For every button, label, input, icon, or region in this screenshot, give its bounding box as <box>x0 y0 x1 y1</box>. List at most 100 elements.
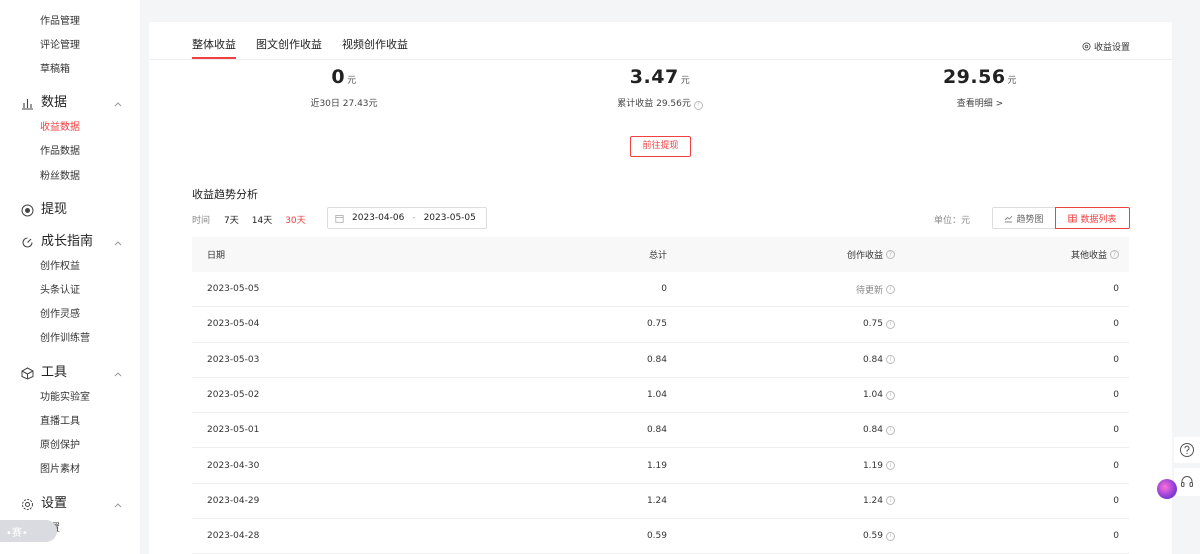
table-row: 2023-04-30 1.19 1.19 i 0 <box>192 448 1129 484</box>
date-separator: - <box>412 213 416 223</box>
settings-icon <box>1082 42 1091 51</box>
info-icon[interactable]: i <box>886 355 895 365</box>
info-icon[interactable]: i <box>886 390 895 400</box>
help-button[interactable] <box>1174 437 1200 463</box>
info-icon[interactable]: i <box>886 284 895 294</box>
cell-other: 0 <box>1113 495 1119 506</box>
cell-creation: 0.84 i <box>667 425 895 435</box>
sidebar-section-label: 数据 <box>41 95 68 110</box>
sidebar-item-image-assets[interactable]: 图片素材 <box>40 462 80 478</box>
filter-option-7d[interactable]: 7天 <box>224 213 239 226</box>
customer-service-button[interactable] <box>1174 468 1200 496</box>
cell-creation-value: 1.19 <box>862 460 883 471</box>
sidebar-section-settings[interactable]: 设置 <box>20 494 67 514</box>
stat-unit: 元 <box>1007 76 1018 86</box>
info-icon[interactable]: i <box>886 496 895 506</box>
table-header: 日期 总计 创作收益? 其他收益? <box>192 237 1129 272</box>
gear-icon <box>20 497 34 511</box>
column-header-total: 总计 <box>648 251 667 261</box>
bar-chart-icon <box>20 96 34 110</box>
trend-chart-button[interactable]: 趋势图 <box>992 207 1056 229</box>
cell-other: 0 <box>1113 425 1119 436</box>
trend-chart-label: 趋势图 <box>1016 214 1044 225</box>
question-icon[interactable]: ? <box>886 250 895 259</box>
sidebar-section-growth[interactable]: 成长指南 <box>20 232 93 252</box>
sidebar: 作品管理 评论管理 草稿箱 数据 收益数据 作品数据 粉丝数据 提现 成长指南 … <box>0 0 140 554</box>
help-icon <box>1180 443 1194 457</box>
sidebar-item-works-data[interactable]: 作品数据 <box>40 144 80 160</box>
question-icon[interactable]: ? <box>693 100 703 110</box>
cell-other: 0 <box>1113 354 1119 365</box>
cell-creation: 0.59 i <box>667 531 895 541</box>
cell-creation-value: 0.84 <box>862 354 883 365</box>
view-details-link[interactable]: 查看明细 > <box>880 96 1080 109</box>
cell-total: 1.24 <box>646 495 667 506</box>
cube-icon <box>20 366 34 380</box>
sidebar-item-comments-manage[interactable]: 评论管理 <box>40 38 80 54</box>
chevron-up-icon[interactable] <box>113 500 123 510</box>
chevron-up-icon[interactable] <box>113 369 123 379</box>
cell-date: 2023-04-29 <box>207 495 260 506</box>
earnings-table: 日期 总计 创作收益? 其他收益? 2023-05-05 0 待更新 i 0 20… <box>192 237 1129 554</box>
info-icon[interactable]: i <box>886 425 895 435</box>
sidebar-item-lab[interactable]: 功能实验室 <box>40 390 90 406</box>
stat-value: 29.56 <box>942 66 1006 88</box>
data-list-button[interactable]: 数据列表 <box>1055 207 1130 229</box>
cell-date: 2023-05-01 <box>207 425 260 436</box>
sidebar-item-verification[interactable]: 头条认证 <box>40 283 80 299</box>
sidebar-section-label: 提现 <box>41 202 68 217</box>
sidebar-section-label: 工具 <box>41 365 68 380</box>
stat-value: 0 <box>331 66 346 88</box>
stat-total: 29.56 元 查看明细 > <box>880 66 1080 109</box>
date-start: 2023-04-06 <box>352 213 405 223</box>
trend-section-title: 收益趋势分析 <box>192 188 258 201</box>
chevron-up-icon[interactable] <box>113 238 123 248</box>
filter-option-30d[interactable]: 30天 <box>285 213 305 226</box>
question-icon[interactable]: ? <box>1110 250 1119 259</box>
table-row: 2023-05-05 0 待更新 i 0 <box>192 272 1129 308</box>
cell-total: 0 <box>661 284 667 295</box>
tab-bar: 整体收益 图文创作收益 视频创作收益 <box>192 37 428 59</box>
date-range-picker[interactable]: 2023-04-06 - 2023-05-05 <box>327 207 487 229</box>
cell-creation-value: 0.84 <box>862 425 883 436</box>
data-list-label: 数据列表 <box>1080 214 1117 225</box>
sidebar-item-training-camp[interactable]: 创作训练营 <box>40 331 90 347</box>
sidebar-item-creator-rights[interactable]: 创作权益 <box>40 259 80 275</box>
assistant-avatar[interactable] <box>1157 479 1177 499</box>
sidebar-section-tools[interactable]: 工具 <box>20 363 67 383</box>
stat-withdrawable: 3.47 元 累计收益 29.56元 ? <box>560 66 760 110</box>
stat-subtext: 近30日 27.43元 <box>310 99 378 109</box>
sidebar-item-live-tools[interactable]: 直播工具 <box>40 414 80 430</box>
info-icon[interactable]: i <box>886 531 895 541</box>
sidebar-item-earnings-data[interactable]: 收益数据 <box>40 120 80 136</box>
stat-value: 3.47 <box>629 66 679 88</box>
sidebar-section-data[interactable]: 数据 <box>20 93 67 113</box>
sidebar-item-inspiration[interactable]: 创作灵感 <box>40 307 80 323</box>
sidebar-section-withdraw[interactable]: 提现 <box>20 200 67 220</box>
sidebar-item-original-protect[interactable]: 原创保护 <box>40 438 80 454</box>
cell-creation-value: 1.24 <box>862 495 883 506</box>
cell-creation: 1.24 i <box>667 496 895 506</box>
sidebar-item-fans-data[interactable]: 粉丝数据 <box>40 169 80 185</box>
sidebar-item-drafts[interactable]: 草稿箱 <box>40 62 70 78</box>
line-chart-icon <box>1005 215 1013 222</box>
stat-unit: 元 <box>680 76 691 86</box>
tab-video-earnings[interactable]: 视频创作收益 <box>342 37 408 59</box>
cell-creation-value: 0.75 <box>862 319 883 330</box>
withdraw-button[interactable]: 前往提现 <box>630 136 691 157</box>
floating-pill[interactable]: •赛• <box>0 520 57 542</box>
sidebar-section-label: 成长指南 <box>41 234 94 249</box>
info-icon[interactable]: i <box>886 461 895 471</box>
tab-article-earnings[interactable]: 图文创作收益 <box>256 37 322 59</box>
sidebar-item-works-manage[interactable]: 作品管理 <box>40 14 80 30</box>
filter-option-14d[interactable]: 14天 <box>252 213 272 226</box>
chevron-up-icon[interactable] <box>113 99 123 109</box>
cell-date: 2023-05-05 <box>207 284 260 295</box>
tab-overall-earnings[interactable]: 整体收益 <box>192 37 236 59</box>
table-row: 2023-04-29 1.24 1.24 i 0 <box>192 484 1129 520</box>
cell-date: 2023-04-30 <box>207 460 260 471</box>
info-icon[interactable]: i <box>886 319 895 329</box>
table-icon <box>1068 214 1078 222</box>
earnings-settings-link[interactable]: 收益设置 <box>1082 40 1130 53</box>
cell-date: 2023-05-04 <box>207 319 260 330</box>
